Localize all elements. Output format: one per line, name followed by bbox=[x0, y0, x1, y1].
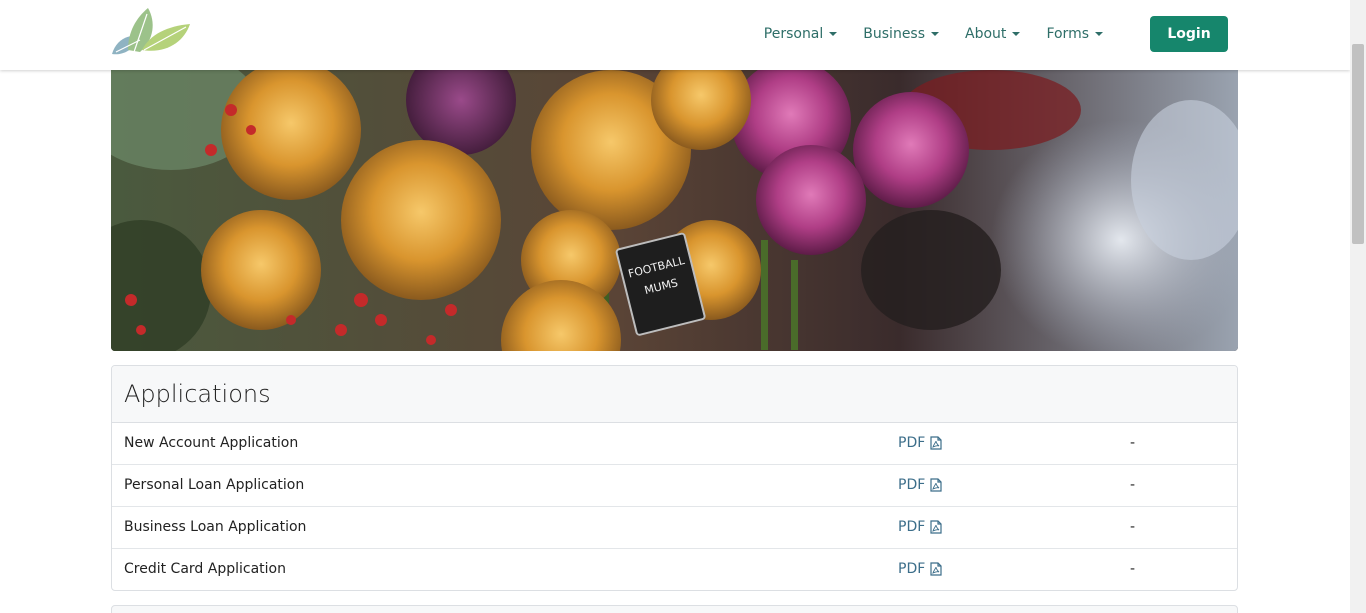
application-name: Business Loan Application bbox=[124, 519, 307, 535]
pdf-download-link[interactable]: PDF bbox=[898, 561, 942, 577]
applications-title: Applications bbox=[124, 380, 271, 408]
pdf-link-label: PDF bbox=[898, 435, 926, 451]
file-pdf-icon bbox=[930, 478, 942, 492]
scrollbar-thumb[interactable] bbox=[1352, 44, 1364, 244]
file-pdf-icon bbox=[930, 562, 942, 576]
menu-personal[interactable]: Personal bbox=[751, 22, 851, 46]
application-extra: - bbox=[1130, 519, 1136, 535]
application-extra: - bbox=[1130, 435, 1136, 451]
caret-down-icon bbox=[829, 32, 838, 36]
page: Personal Business About Forms Login FOOT… bbox=[0, 0, 1366, 613]
leaf-logo-icon[interactable] bbox=[110, 6, 192, 60]
menu-about-label: About bbox=[965, 26, 1007, 42]
pdf-download-link[interactable]: PDF bbox=[898, 477, 942, 493]
pdf-link-label: PDF bbox=[898, 477, 926, 493]
file-pdf-icon bbox=[930, 520, 942, 534]
vertical-scrollbar[interactable] bbox=[1350, 0, 1366, 613]
next-card bbox=[111, 605, 1238, 613]
pdf-link-label: PDF bbox=[898, 519, 926, 535]
applications-card: Applications New Account Application PDF… bbox=[111, 365, 1238, 591]
table-row: Business Loan Application PDF - bbox=[112, 507, 1237, 549]
caret-down-icon bbox=[1012, 32, 1021, 36]
pdf-download-link[interactable]: PDF bbox=[898, 519, 942, 535]
applications-card-header: Applications bbox=[112, 366, 1237, 423]
menu-forms[interactable]: Forms bbox=[1033, 22, 1116, 46]
pdf-download-link[interactable]: PDF bbox=[898, 435, 942, 451]
menu-business-label: Business bbox=[863, 26, 926, 42]
table-row: Credit Card Application PDF - bbox=[112, 549, 1237, 590]
application-extra: - bbox=[1130, 477, 1136, 493]
table-row: New Account Application PDF - bbox=[112, 423, 1237, 465]
caret-down-icon bbox=[1095, 32, 1103, 36]
main-menu: Personal Business About Forms bbox=[751, 22, 1116, 46]
hero-banner-image: FOOTBALL MUMS bbox=[111, 70, 1238, 351]
login-button[interactable]: Login bbox=[1150, 16, 1228, 52]
application-name: New Account Application bbox=[124, 435, 299, 451]
application-name: Personal Loan Application bbox=[124, 477, 305, 493]
menu-business[interactable]: Business bbox=[850, 22, 952, 46]
menu-personal-label: Personal bbox=[763, 26, 824, 42]
menu-about[interactable]: About bbox=[952, 22, 1033, 46]
flowers-photo: FOOTBALL MUMS bbox=[111, 70, 1238, 351]
table-row: Personal Loan Application PDF - bbox=[112, 465, 1237, 507]
caret-down-icon bbox=[931, 32, 940, 36]
application-name: Credit Card Application bbox=[124, 561, 286, 577]
pdf-link-label: PDF bbox=[898, 561, 926, 577]
application-extra: - bbox=[1130, 561, 1136, 577]
menu-forms-label: Forms bbox=[1046, 26, 1089, 42]
top-navbar: Personal Business About Forms Login bbox=[0, 0, 1350, 70]
file-pdf-icon bbox=[930, 436, 942, 450]
